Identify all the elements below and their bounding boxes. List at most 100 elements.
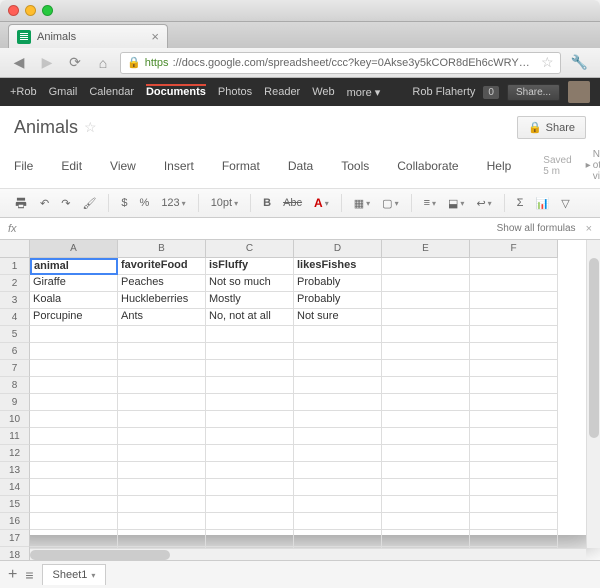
column-header[interactable]: F (470, 240, 558, 258)
cell[interactable] (470, 411, 558, 428)
print-icon[interactable] (10, 194, 32, 212)
sigma-icon[interactable]: Σ (513, 195, 528, 211)
row-header[interactable]: 4 (0, 309, 30, 326)
cell[interactable] (118, 411, 206, 428)
cell[interactable] (118, 428, 206, 445)
cell[interactable]: Huckleberries (118, 292, 206, 309)
cell[interactable] (206, 445, 294, 462)
cell[interactable] (206, 530, 294, 547)
select-all-corner[interactable] (0, 240, 30, 258)
cell[interactable] (382, 411, 470, 428)
gbar-item[interactable]: Reader (264, 86, 300, 99)
cell[interactable] (30, 360, 118, 377)
cell[interactable]: Not so much (206, 275, 294, 292)
cell[interactable] (206, 462, 294, 479)
cell[interactable] (470, 258, 558, 275)
gbar-share-button[interactable]: Share... (507, 84, 560, 101)
cell[interactable] (294, 479, 382, 496)
cell[interactable] (470, 445, 558, 462)
cell[interactable] (470, 377, 558, 394)
reload-button[interactable]: ⟳ (64, 52, 86, 74)
show-formulas-link[interactable]: Show all formulas (497, 223, 576, 234)
cell[interactable] (206, 479, 294, 496)
filter-icon[interactable]: ▽ (557, 195, 573, 212)
cell[interactable] (118, 360, 206, 377)
row-header[interactable]: 6 (0, 343, 30, 360)
cell[interactable] (30, 462, 118, 479)
percent-button[interactable]: % (136, 195, 154, 211)
menu-item[interactable]: Format (222, 159, 260, 173)
paint-format-icon[interactable]: 🖌 (78, 195, 100, 212)
menu-item[interactable]: Data (288, 159, 313, 173)
menu-item[interactable]: File (14, 159, 33, 173)
browser-tab[interactable]: Animals × (8, 24, 168, 48)
cell[interactable]: Not sure (294, 309, 382, 326)
row-header[interactable]: 17 (0, 530, 30, 547)
cell[interactable] (470, 513, 558, 530)
cell[interactable] (382, 428, 470, 445)
all-sheets-button[interactable]: ≡ (25, 567, 33, 583)
column-header[interactable]: A (30, 240, 118, 258)
cell[interactable] (294, 428, 382, 445)
fill-color-icon[interactable]: ▦ (350, 195, 374, 212)
browser-menu-icon[interactable]: 🔧 (567, 54, 592, 71)
cell[interactable] (30, 377, 118, 394)
column-header[interactable]: B (118, 240, 206, 258)
cell[interactable] (30, 411, 118, 428)
row-header[interactable]: 14 (0, 479, 30, 496)
cell[interactable]: animal (30, 258, 118, 275)
vertical-scrollbar[interactable] (586, 240, 600, 548)
cell[interactable] (382, 326, 470, 343)
cell[interactable] (470, 428, 558, 445)
cell[interactable]: Koala (30, 292, 118, 309)
cell[interactable]: Giraffe (30, 275, 118, 292)
borders-icon[interactable]: ▢ (378, 195, 402, 212)
cell[interactable] (30, 479, 118, 496)
cell[interactable] (382, 462, 470, 479)
row-header[interactable]: 15 (0, 496, 30, 513)
cell[interactable] (206, 377, 294, 394)
row-header[interactable]: 12 (0, 445, 30, 462)
cell[interactable] (206, 496, 294, 513)
cell[interactable] (294, 513, 382, 530)
menu-item[interactable]: View (110, 159, 136, 173)
home-button[interactable]: ⌂ (92, 52, 114, 74)
cell[interactable] (470, 394, 558, 411)
cell[interactable] (294, 530, 382, 547)
row-header[interactable]: 16 (0, 513, 30, 530)
cell[interactable] (382, 394, 470, 411)
doc-title[interactable]: Animals (14, 117, 78, 138)
cell[interactable] (382, 360, 470, 377)
cell[interactable] (470, 275, 558, 292)
cell[interactable] (118, 394, 206, 411)
row-header[interactable]: 18 (0, 547, 30, 560)
cell[interactable] (470, 462, 558, 479)
cell[interactable] (118, 343, 206, 360)
cell[interactable] (118, 530, 206, 547)
menu-item[interactable]: Collaborate (397, 159, 458, 173)
forward-button[interactable]: ▶ (36, 52, 58, 74)
bookmark-star-icon[interactable]: ☆ (541, 54, 554, 71)
cell[interactable] (294, 411, 382, 428)
cell[interactable]: Porcupine (30, 309, 118, 326)
cell[interactable] (294, 394, 382, 411)
cell[interactable] (118, 445, 206, 462)
cell[interactable] (382, 530, 470, 547)
cell[interactable]: No, not at all (206, 309, 294, 326)
strikethrough-button[interactable]: Abc (279, 195, 306, 211)
gbar-avatar[interactable] (568, 81, 590, 103)
cell[interactable] (206, 411, 294, 428)
undo-icon[interactable]: ↶ (36, 195, 53, 212)
cell[interactable] (30, 513, 118, 530)
cell[interactable] (470, 292, 558, 309)
cell[interactable] (30, 394, 118, 411)
font-size-button[interactable]: 10pt (207, 195, 242, 211)
cell[interactable] (294, 360, 382, 377)
cell[interactable] (206, 326, 294, 343)
sheet-tab[interactable]: Sheet1 ▾ (42, 564, 107, 585)
cell[interactable] (294, 377, 382, 394)
cell[interactable] (30, 496, 118, 513)
doc-share-button[interactable]: 🔒 Share (517, 116, 586, 139)
cell[interactable] (470, 360, 558, 377)
gbar-item[interactable]: Photos (218, 86, 252, 99)
